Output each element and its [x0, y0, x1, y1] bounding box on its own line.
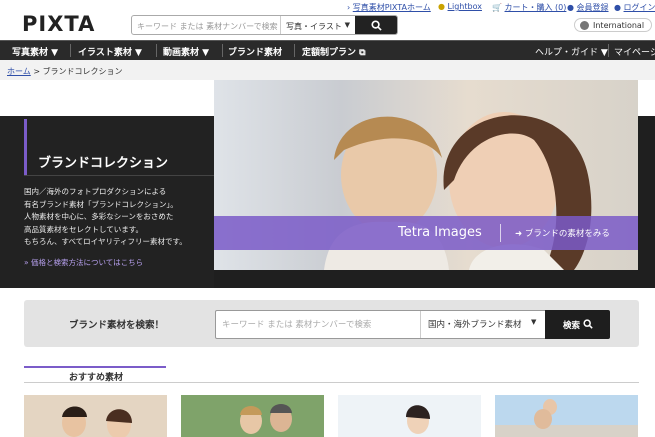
search-icon: [583, 319, 593, 329]
lightbulb-icon: ●: [438, 2, 445, 11]
international-button[interactable]: International: [574, 18, 652, 32]
hero-description: 国内／海外のフォトプロダクションによる 有名ブランド素材「ブランドコレクション」…: [24, 187, 187, 246]
banner-divider: [500, 224, 501, 242]
nav-plan[interactable]: 定額制プラン ⧉: [302, 41, 366, 60]
lock-icon: ●: [614, 3, 621, 12]
brand-search-label: ブランド素材を検索！: [69, 320, 165, 331]
lightbox-link[interactable]: ● Lightbox: [438, 2, 482, 11]
brand-search-button[interactable]: 検索: [545, 310, 610, 339]
login-link[interactable]: ● ログイン: [614, 2, 655, 13]
register-link[interactable]: ● 会員登録: [567, 2, 609, 13]
view-brand-button[interactable]: ➜ ブランドの素材をみる: [515, 227, 610, 239]
nav-mypage[interactable]: マイページ: [614, 41, 655, 60]
nav-illustration[interactable]: イラスト素材 ▼: [78, 41, 142, 60]
recommend-thumb[interactable]: [24, 395, 167, 437]
link-arrow-icon: ›: [347, 3, 351, 12]
search-icon: [370, 19, 382, 31]
nav-divider: [70, 44, 71, 57]
nav-divider: [156, 44, 157, 57]
thumb-image: [24, 395, 167, 437]
recommend-divider: [24, 382, 639, 383]
home-link[interactable]: › 写真素材PIXTAホーム: [347, 2, 431, 13]
search-button[interactable]: [355, 16, 397, 34]
hero-title: ブランドコレクション: [38, 156, 169, 171]
chevron-down-icon: ▼: [51, 48, 59, 58]
arrow-circle-icon: ➜: [515, 229, 523, 239]
brand-search-input[interactable]: キーワード または 素材ナンバーで検索: [222, 318, 371, 330]
nav-video[interactable]: 動画素材 ▼: [163, 41, 209, 60]
thumb-image: [181, 395, 324, 437]
cart-icon: 🛒: [492, 3, 502, 12]
search-category-select[interactable]: 写真・イラスト ▼: [280, 16, 355, 34]
recommend-accent: [24, 366, 166, 368]
thumb-image: [338, 395, 481, 437]
pixta-logo[interactable]: PIXTA: [22, 12, 95, 36]
cart-link[interactable]: 🛒 カート・購入 (0): [492, 2, 566, 13]
breadcrumb-separator: >: [33, 67, 41, 76]
user-icon: ●: [567, 3, 574, 12]
chevron-down-icon: ▼: [344, 21, 350, 29]
breadcrumb-current: ブランドコレクション: [42, 67, 123, 76]
hero-divider: [24, 175, 214, 176]
brand-search-divider: [420, 311, 421, 338]
breadcrumb: ホーム > ブランドコレクション: [7, 66, 123, 77]
nav-help[interactable]: ヘルプ・ガイド ▼: [535, 41, 608, 60]
hero-accent: [24, 119, 27, 175]
recommend-thumb[interactable]: [495, 395, 638, 437]
recommend-thumb[interactable]: [181, 395, 324, 437]
chevron-down-icon: ▼: [531, 318, 537, 326]
header-search: キーワード または 素材ナンバーで検索 写真・イラスト ▼: [131, 15, 398, 35]
nav-divider: [222, 44, 223, 57]
globe-icon: [580, 21, 589, 30]
breadcrumb-home[interactable]: ホーム: [7, 67, 31, 76]
header: PIXTA キーワード または 素材ナンバーで検索 写真・イラスト ▼ › 写真…: [0, 0, 655, 40]
recommend-thumb[interactable]: [338, 395, 481, 437]
brand-category-select[interactable]: 国内・海外ブランド素材: [428, 318, 522, 330]
chevron-down-icon: ▼: [134, 48, 142, 58]
thumb-image: [495, 395, 638, 437]
nav-brand[interactable]: ブランド素材: [228, 41, 282, 60]
brand-name: Tetra Images: [398, 225, 482, 240]
chevron-down-icon: ▼: [202, 48, 210, 58]
nav-divider: [608, 44, 609, 57]
external-window-icon: ⧉: [359, 48, 366, 58]
pricing-link[interactable]: » 価格と検索方法についてはこちら: [24, 257, 143, 268]
nav-photo[interactable]: 写真素材 ▼: [12, 41, 58, 60]
nav-divider: [294, 44, 295, 57]
search-input[interactable]: キーワード または 素材ナンバーで検索: [132, 16, 280, 34]
main-nav: 写真素材 ▼ イラスト素材 ▼ 動画素材 ▼ ブランド素材 定額制プラン ⧉ ヘ…: [0, 40, 655, 60]
chevron-down-icon: ▼: [600, 48, 608, 58]
search-category-label: 写真・イラスト: [286, 22, 342, 31]
